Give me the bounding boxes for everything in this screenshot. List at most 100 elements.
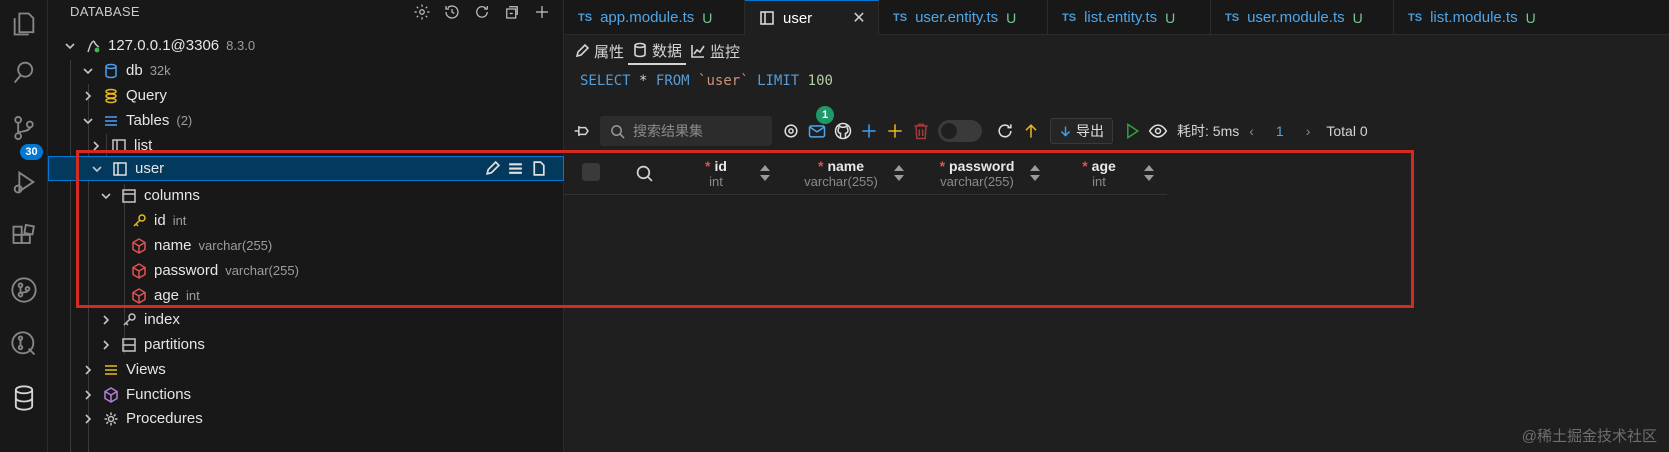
result-search-input[interactable]: [633, 123, 763, 139]
sort-icon[interactable]: [758, 163, 772, 183]
add-filter-icon[interactable]: [882, 118, 908, 144]
next-page-icon[interactable]: ›: [1306, 123, 1311, 139]
explorer-icon[interactable]: [0, 0, 48, 48]
chevron-right-icon: [80, 387, 96, 403]
tree-column-password[interactable]: password varchar(255): [48, 258, 564, 283]
column-icon: [130, 262, 148, 280]
tree-connection[interactable]: 127.0.0.1@3306 8.3.0: [48, 33, 564, 58]
required-marker: *: [817, 157, 824, 174]
edit-toggle[interactable]: [938, 120, 982, 142]
column-header-type: varchar(255): [940, 173, 1014, 189]
github-icon[interactable]: [830, 118, 856, 144]
tree-database[interactable]: db 32k: [48, 58, 564, 83]
add-connection-icon[interactable]: [531, 1, 553, 23]
table-icon: [111, 160, 129, 178]
gear-icon[interactable]: [778, 118, 804, 144]
column-header-id[interactable]: * id int: [674, 151, 758, 195]
tab-monitor[interactable]: 监控: [686, 37, 744, 65]
tree-column-id[interactable]: id int: [48, 208, 564, 233]
edit-icon[interactable]: [484, 160, 501, 177]
settings-icon[interactable]: [411, 1, 433, 23]
sort-icon[interactable]: [1142, 163, 1156, 183]
refresh-icon[interactable]: [992, 118, 1018, 144]
sort-icon[interactable]: [892, 163, 906, 183]
refresh-icon[interactable]: [471, 1, 493, 23]
typescript-icon: TS: [1408, 11, 1423, 24]
column-header-password[interactable]: * password varchar(255): [922, 151, 1032, 195]
tab-properties-label: 属性: [594, 43, 625, 61]
collapse-all-icon[interactable]: [501, 1, 523, 23]
tab-list-module[interactable]: TS list.module.ts U: [1394, 0, 1669, 35]
new-file-icon[interactable]: [530, 160, 547, 177]
chevron-down-icon: [80, 113, 96, 129]
column-header-age[interactable]: * age int: [1060, 151, 1138, 195]
tree-table-list[interactable]: list: [48, 133, 564, 158]
tab-user[interactable]: user ✕: [745, 0, 879, 35]
sql-query[interactable]: SELECT * FROM `user` LIMIT 100: [580, 73, 833, 89]
total-count: Total 0: [1326, 123, 1368, 139]
tree-index[interactable]: index: [48, 307, 564, 332]
delete-icon[interactable]: [908, 118, 934, 144]
database-label: db: [126, 62, 143, 79]
add-row-icon[interactable]: [856, 118, 882, 144]
tree-column-age[interactable]: age int: [48, 283, 564, 308]
column-header-name[interactable]: * name varchar(255): [786, 151, 896, 195]
chevron-right-icon: [80, 88, 96, 104]
pin-icon[interactable]: [570, 118, 596, 144]
tree-procedures[interactable]: Procedures: [48, 406, 564, 431]
database-size: 32k: [149, 63, 171, 78]
export-button[interactable]: 导出: [1050, 118, 1113, 144]
tab-monitor-label: 监控: [710, 43, 741, 61]
list-icon[interactable]: [507, 160, 524, 177]
mail-icon[interactable]: 1: [804, 106, 834, 144]
tab-label: user.module.ts: [1247, 9, 1345, 26]
views-icon: [102, 361, 120, 379]
close-icon[interactable]: ✕: [852, 8, 865, 28]
index-label: index: [144, 311, 180, 328]
result-toolbar: 1 导出 耗时: 5ms ‹ 1 › Total 0: [564, 106, 1669, 147]
tree-columns[interactable]: columns: [48, 183, 564, 208]
tree-partitions[interactable]: partitions: [48, 332, 564, 357]
tables-count: (2): [176, 113, 193, 128]
arrow-up-icon[interactable]: [1018, 118, 1044, 144]
tab-app-module[interactable]: TS app.module.ts U: [564, 0, 745, 35]
column-name-type: varchar(255): [198, 238, 273, 253]
tab-user-entity[interactable]: TS user.entity.ts U: [879, 0, 1048, 35]
result-search[interactable]: [600, 116, 772, 146]
page-number[interactable]: 1: [1276, 123, 1284, 139]
tree-table-user[interactable]: user: [48, 156, 564, 181]
connection-version: 8.3.0: [226, 38, 256, 53]
select-all-checkbox[interactable]: [582, 163, 600, 181]
tree-views[interactable]: Views: [48, 357, 564, 382]
run-icon[interactable]: [1119, 118, 1145, 144]
tree-functions[interactable]: Functions: [48, 382, 564, 407]
history-icon[interactable]: [441, 1, 463, 23]
git-graph-icon[interactable]: [0, 266, 48, 314]
search-icon[interactable]: [0, 48, 48, 96]
run-debug-icon[interactable]: [0, 158, 48, 206]
table-icon: [759, 10, 775, 26]
chevron-down-icon: [98, 188, 114, 204]
git-lens-icon[interactable]: [0, 320, 48, 368]
tab-data[interactable]: 数据: [628, 37, 687, 65]
chevron-right-icon: [80, 362, 96, 378]
grid-search-icon[interactable]: [632, 151, 656, 195]
tab-user-module[interactable]: TS user.module.ts U: [1211, 0, 1394, 35]
column-header-label: age: [1091, 157, 1116, 174]
table-icon: [110, 137, 128, 155]
prev-page-icon[interactable]: ‹: [1249, 123, 1254, 139]
tree-query[interactable]: Query: [48, 83, 564, 108]
tree-column-name[interactable]: name varchar(255): [48, 233, 564, 258]
extensions-icon[interactable]: [0, 212, 48, 260]
typescript-icon: TS: [578, 11, 593, 24]
untracked-mark: U: [1165, 9, 1176, 26]
eye-icon[interactable]: [1145, 118, 1171, 144]
database-icon[interactable]: [0, 374, 48, 422]
tab-data-label: 数据: [652, 42, 683, 60]
tree-tables[interactable]: Tables (2): [48, 108, 564, 133]
typescript-icon: TS: [1225, 11, 1240, 24]
tab-list-entity[interactable]: TS list.entity.ts U: [1048, 0, 1211, 35]
untracked-mark: U: [1006, 9, 1017, 26]
sort-icon[interactable]: [1028, 163, 1042, 183]
tab-properties[interactable]: 属性: [570, 37, 628, 65]
